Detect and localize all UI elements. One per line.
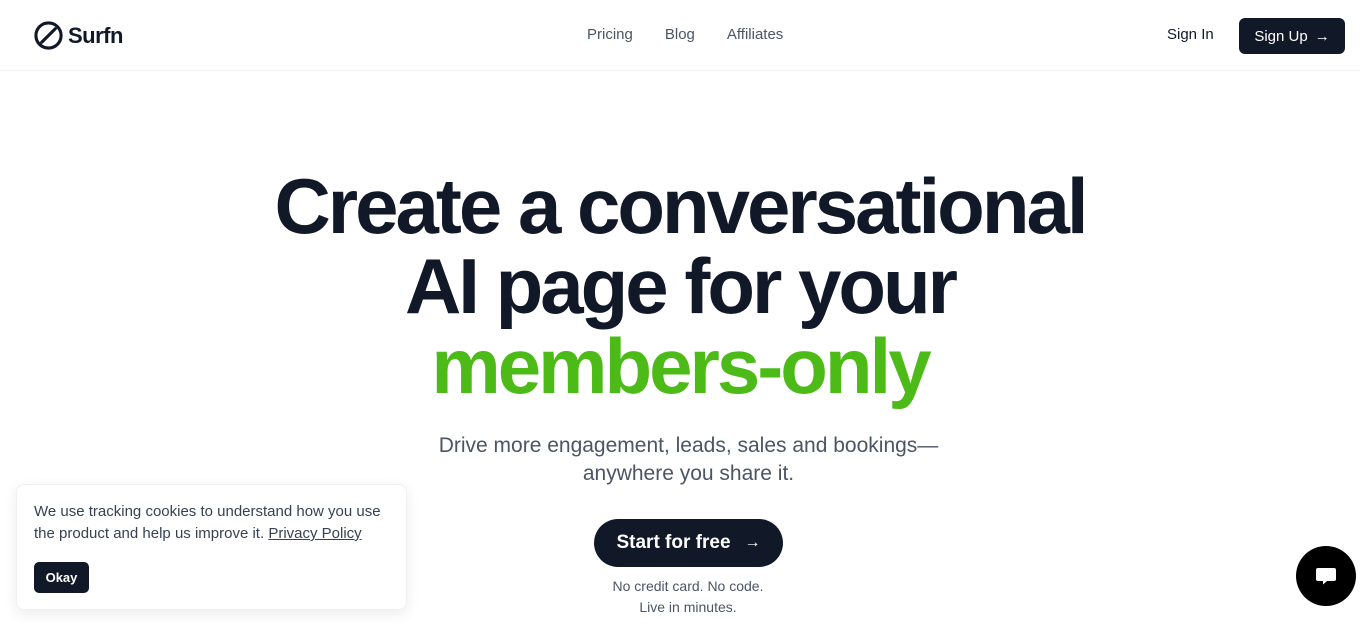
cta-note-line-1: No credit card. No code.: [612, 578, 764, 594]
hero-subtitle-line-2: anywhere you share it.: [582, 462, 795, 485]
logo-icon: [34, 21, 63, 50]
chat-bubble-icon: [1316, 568, 1336, 585]
cookie-banner: We use tracking cookies to understand ho…: [16, 484, 407, 610]
hero-subtitle-line-1: Drive more engagement, leads, sales and …: [438, 434, 939, 457]
logo-link[interactable]: Surfn: [33, 20, 123, 51]
sign-in-link[interactable]: Sign In: [1167, 26, 1214, 44]
hero-title-line-2: AI page for your: [404, 242, 958, 330]
hero-title-accent: members-only: [431, 322, 931, 410]
cookie-text: We use tracking cookies to understand ho…: [34, 501, 394, 545]
okay-button[interactable]: Okay: [34, 562, 89, 593]
hero-title-line-1: Create a conversational: [274, 162, 1088, 250]
cta-note: No credit card. No code. Live in minutes…: [588, 576, 788, 618]
sign-up-label: Sign Up: [1254, 27, 1308, 45]
cta-note-line-2: Live in minutes.: [639, 599, 737, 615]
nav-link-blog[interactable]: Blog: [665, 26, 695, 44]
arrow-right-icon: →: [1314, 27, 1330, 45]
arrow-right-icon: →: [744, 534, 761, 551]
chat-widget-button[interactable]: [1296, 546, 1356, 606]
sign-up-button[interactable]: Sign Up →: [1239, 18, 1345, 54]
privacy-policy-link[interactable]: Privacy Policy: [268, 525, 361, 542]
main-nav: Pricing Blog Affiliates: [587, 26, 783, 44]
site-header: Surfn Pricing Blog Affiliates Sign In Si…: [0, 0, 1360, 71]
start-for-free-button[interactable]: Start for free →: [594, 519, 783, 567]
logo-text: Surfn: [68, 22, 123, 48]
hero-subtitle: Drive more engagement, leads, sales and …: [380, 432, 997, 488]
nav-link-affiliates[interactable]: Affiliates: [727, 26, 783, 44]
cta-label: Start for free: [616, 532, 731, 553]
hero-title: Create a conversational AI page for your…: [0, 166, 1360, 406]
nav-link-pricing[interactable]: Pricing: [587, 26, 633, 44]
